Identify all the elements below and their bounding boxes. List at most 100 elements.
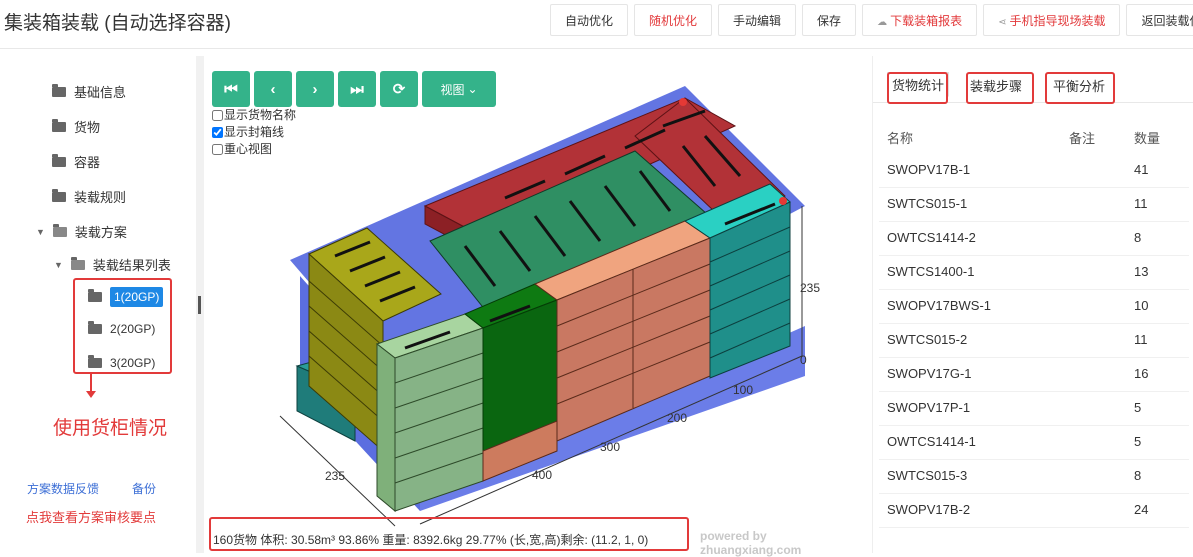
col-note-header: 备注 <box>1069 131 1096 146</box>
prev-step-button[interactable]: ‹ <box>254 71 292 107</box>
sidebar-item-containers[interactable]: 容器 <box>52 152 100 171</box>
axis-label-100: 100 <box>733 383 754 397</box>
containers-usage-note: 使用货柜情况 <box>53 418 168 439</box>
sidebar-item-label: 装载规则 <box>74 190 127 205</box>
sidebar-item-loading-plan[interactable]: ▼ 装载方案 <box>36 222 127 241</box>
sidebar-item-label: 基础信息 <box>74 85 127 100</box>
arrow-down-icon <box>86 374 96 398</box>
left-sidebar: 基础信息 货物 容器 装载规则 ▼ 装载方案 ▼ 装载结果列表 1(20GP) 2(… <box>4 56 194 553</box>
skip-back-icon: ⏮ <box>224 80 238 98</box>
save-button[interactable]: 保存 <box>802 4 857 36</box>
axis-label-height: 235 <box>800 281 821 295</box>
toolbar: 自动优化 随机优化 手动编辑 保存 ☁ 下载装箱报表 ⋖ 手机指导现场装载 返回装载… <box>550 4 1193 36</box>
chevron-left-icon: ‹ <box>270 80 276 98</box>
corner-marker <box>679 98 687 106</box>
axis-label-200: 200 <box>667 411 688 425</box>
table-row[interactable]: SWOPV17B-1 41 <box>879 153 1189 188</box>
folder-icon <box>52 188 66 202</box>
container-3d-viewer[interactable]: ⏮ ‹ › ⏭ ⟳ 视图 ⌄ 显示货物名称 显示封箱线 重心视图 235 0 23… <box>205 56 870 557</box>
sidebar-item-goods[interactable]: 货物 <box>52 117 100 136</box>
return-button[interactable]: 返回装载任 <box>1126 4 1193 36</box>
cargo-front-lightgreen <box>394 327 484 512</box>
skip-forward-icon: ⏭ <box>350 80 364 98</box>
manual-edit-button[interactable]: 手动编辑 <box>718 4 797 36</box>
table-row[interactable]: SWOPV17B-2 24 <box>879 493 1189 528</box>
option-label: 重心视图 <box>224 142 273 156</box>
last-step-button[interactable]: ⏭ <box>338 71 376 107</box>
show-seal-line-option[interactable]: 显示封箱线 <box>212 124 296 141</box>
splitter-handle[interactable] <box>198 296 201 314</box>
goods-qty: 11 <box>1134 196 1148 211</box>
table-row[interactable]: SWTCS1400-1 13 <box>879 255 1189 290</box>
folder-icon <box>52 118 66 132</box>
tab-highlight-box <box>887 72 948 104</box>
table-row[interactable]: SWTCS015-1 11 <box>879 187 1189 222</box>
goods-name: SWOPV17B-2 <box>887 502 971 517</box>
goods-name: SWOPV17B-1 <box>887 162 971 177</box>
mobile-guide-label: 手机指导现场装载 <box>1009 14 1106 28</box>
auto-optimize-button[interactable]: 自动优化 <box>550 4 629 36</box>
next-step-button[interactable]: › <box>296 71 334 107</box>
option-label: 显示封箱线 <box>224 125 285 139</box>
mobile-guide-button[interactable]: ⋖ 手机指导现场装载 <box>983 4 1121 36</box>
show-names-option[interactable]: 显示货物名称 <box>212 107 296 124</box>
table-row[interactable]: OWTCS1414-1 5 <box>879 425 1189 460</box>
table-row[interactable]: SWTCS015-2 11 <box>879 323 1189 358</box>
refresh-icon: ⟳ <box>392 81 406 98</box>
folder-icon <box>52 153 66 167</box>
display-options: 显示货物名称 显示封箱线 重心视图 <box>212 107 296 158</box>
table-row[interactable]: OWTCS1414-2 8 <box>879 221 1189 256</box>
caret-down-icon: ▼ <box>36 226 45 237</box>
goods-name: OWTCS1414-2 <box>887 230 976 245</box>
view-dropdown-button[interactable]: 视图 ⌄ <box>422 71 496 107</box>
refresh-button[interactable]: ⟳ <box>380 71 418 107</box>
axis-label-width: 235 <box>325 469 346 483</box>
folder-open-icon <box>52 223 67 237</box>
review-points-link[interactable]: 点我查看方案审核要点 <box>26 507 156 526</box>
option-label: 显示货物名称 <box>224 108 297 122</box>
goods-name: SWOPV17G-1 <box>887 366 972 381</box>
goods-name: SWOPV17P-1 <box>887 400 971 415</box>
download-report-label: 下载装箱报表 <box>890 14 963 28</box>
axis-label-400: 400 <box>532 468 553 482</box>
goods-name: SWTCS015-1 <box>887 196 968 211</box>
goods-qty: 24 <box>1134 502 1149 517</box>
table-row[interactable]: SWOPV17BWS-1 10 <box>879 289 1189 324</box>
table-row[interactable]: SWOPV17G-1 16 <box>879 357 1189 392</box>
summary-highlight-box <box>209 517 689 551</box>
col-name-header: 名称 <box>887 131 914 146</box>
backup-link[interactable]: 备份 <box>132 480 156 497</box>
show-seal-line-checkbox[interactable] <box>212 127 223 138</box>
show-names-checkbox[interactable] <box>212 110 223 121</box>
sidebar-item-label: 容器 <box>74 155 101 170</box>
random-optimize-button[interactable]: 随机优化 <box>634 4 713 36</box>
view-label: 视图 <box>440 82 465 97</box>
plans-highlight-box <box>73 278 172 374</box>
sidebar-item-basic-info[interactable]: 基础信息 <box>52 82 126 101</box>
sidebar-item-label: 装载结果列表 <box>92 258 171 273</box>
sidebar-item-loading-rules[interactable]: 装载规则 <box>52 187 126 206</box>
goods-qty: 41 <box>1134 162 1149 177</box>
first-step-button[interactable]: ⏮ <box>212 71 250 107</box>
panel-splitter[interactable] <box>196 56 204 553</box>
axis-label-300: 300 <box>600 440 621 454</box>
goods-name: SWTCS015-3 <box>887 468 968 483</box>
sidebar-item-label: 货物 <box>74 120 101 135</box>
table-row[interactable]: SWTCS015-3 8 <box>879 459 1189 494</box>
goods-qty: 5 <box>1134 400 1142 415</box>
download-report-button[interactable]: ☁ 下载装箱报表 <box>862 4 978 36</box>
page-title: 集装箱装载 (自动选择容器) <box>4 13 231 34</box>
goods-qty: 13 <box>1134 264 1149 279</box>
axis-label-zero: 0 <box>800 353 807 367</box>
cog-view-checkbox[interactable] <box>212 144 223 155</box>
chevron-down-icon: ⌄ <box>467 82 478 96</box>
plan-feedback-link[interactable]: 方案数据反馈 <box>27 480 99 497</box>
goods-qty: 10 <box>1134 298 1149 313</box>
cog-view-option[interactable]: 重心视图 <box>212 141 296 158</box>
tab-highlight-box <box>1045 72 1115 104</box>
goods-qty: 5 <box>1134 434 1142 449</box>
table-row[interactable]: SWOPV17P-1 5 <box>879 391 1189 426</box>
top-bar: 集装箱装载 (自动选择容器) 自动优化 随机优化 手动编辑 保存 ☁ 下载装箱报表… <box>0 0 1193 49</box>
sidebar-item-result-list[interactable]: ▼ 装载结果列表 <box>54 255 171 274</box>
nav-controls: ⏮ ‹ › ⏭ ⟳ 视图 ⌄ <box>212 71 496 107</box>
